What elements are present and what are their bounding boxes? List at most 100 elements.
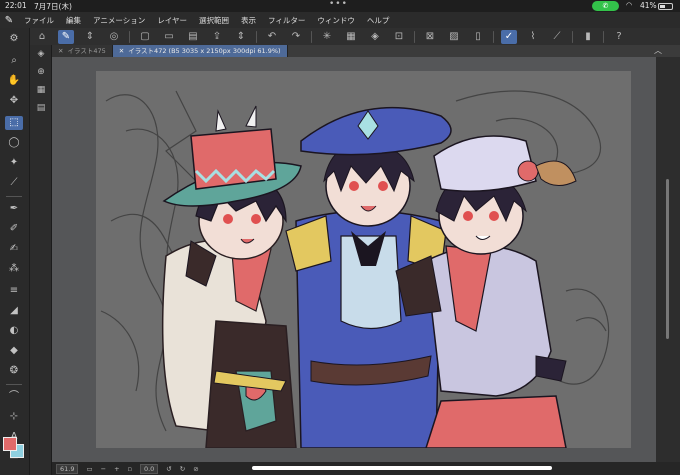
redo-icon[interactable]: ↷ <box>288 30 304 44</box>
pen-icon[interactable]: ✒ <box>5 202 23 216</box>
menu-layer[interactable]: レイヤー <box>151 15 193 26</box>
tab-label: イラスト472 (B5 3035 x 2150px 300dpi 61.9%) <box>128 47 281 55</box>
airbrush-icon[interactable]: ⁂ <box>5 262 23 276</box>
magic-wand-icon[interactable]: ✦ <box>5 156 23 170</box>
loading-icon[interactable]: ✳ <box>319 30 335 44</box>
menu-file[interactable]: ファイル <box>18 15 60 26</box>
zoom-out-icon[interactable]: − <box>101 465 106 473</box>
close-icon[interactable]: ✕ <box>119 47 124 55</box>
menu-view[interactable]: 表示 <box>235 15 262 26</box>
vector-icon[interactable]: ◎ <box>106 30 122 44</box>
scroll-thumb[interactable] <box>666 179 669 339</box>
menu-bar: ✎ ファイル 編集 アニメーション レイヤー 選択範囲 表示 フィルター ウィン… <box>0 12 680 28</box>
frame-icon[interactable]: ⊹ <box>5 410 23 424</box>
separator <box>6 196 22 197</box>
new-file-icon[interactable]: ▢ <box>137 30 153 44</box>
separator <box>311 30 312 43</box>
rotation-value[interactable]: 0.0 <box>139 463 159 474</box>
status-time: 22:01 <box>5 1 27 10</box>
separator <box>129 30 130 43</box>
brush-stroke-icon[interactable]: ⌇ <box>525 30 541 44</box>
material-icon[interactable]: ▦ <box>34 83 48 97</box>
chevron-updown-icon-2[interactable]: ⇕ <box>233 30 249 44</box>
eraser-icon[interactable]: ◢ <box>5 304 23 318</box>
ruler-pen-icon[interactable]: ✓ <box>501 29 517 44</box>
layer-icon[interactable]: ◈ <box>34 47 48 61</box>
separator <box>256 30 257 43</box>
artwork-illustration <box>96 71 631 448</box>
rotate-left-icon[interactable]: ↺ <box>166 465 171 473</box>
canvas-artwork[interactable] <box>96 71 631 448</box>
chevron-updown-icon[interactable]: ⇕ <box>82 30 98 44</box>
wifi-icon: ◠ <box>626 1 633 9</box>
menu-edit[interactable]: 編集 <box>60 15 87 26</box>
canvas-area[interactable] <box>52 57 656 462</box>
figure-icon[interactable]: ⌒ <box>5 390 23 404</box>
home-indicator <box>252 466 552 470</box>
menu-filter[interactable]: フィルター <box>262 15 311 26</box>
sub-tool-panel: ◈ ⊕ ▦ ▤ <box>30 45 52 475</box>
history-icon[interactable]: ▤ <box>34 101 48 115</box>
fill-bucket-icon[interactable]: ◆ <box>5 344 23 358</box>
separator <box>6 384 22 385</box>
separator <box>603 30 604 43</box>
device-icon[interactable]: ▮ <box>580 30 596 44</box>
zoom-in-icon[interactable]: + <box>114 465 119 473</box>
tab-illust-475[interactable]: ✕ イラスト475 <box>52 45 113 57</box>
pencil-icon[interactable]: ✐ <box>5 222 23 236</box>
fill-icon[interactable]: ◈ <box>367 30 383 44</box>
status-bar: 22:01 7月7日(木) ••• ✆ ◠ 41% <box>0 0 680 12</box>
rotate-right-icon[interactable]: ↻ <box>180 465 185 473</box>
close-icon[interactable]: ✕ <box>58 47 63 55</box>
vertical-scrollbar[interactable] <box>656 57 680 462</box>
command-bar: ⌂ ✎ ⇕ ◎ ▢ ▭ ▤ ⇪ ⇕ ↶ ↷ ✳ ▦ ◈ ⊡ ⊠ ▨ ▯ ✓ ⌇ … <box>30 28 680 45</box>
clear-icon[interactable]: ▦ <box>343 30 359 44</box>
save-icon[interactable]: ▤ <box>185 30 201 44</box>
brush-icon[interactable]: ✍ <box>5 242 23 256</box>
invert-selection-icon[interactable]: ▨ <box>446 30 462 44</box>
separator <box>414 30 415 43</box>
menu-help[interactable]: ヘルプ <box>361 15 396 26</box>
transform-icon[interactable]: ⊡ <box>391 30 407 44</box>
menu-animation[interactable]: アニメーション <box>87 15 151 26</box>
zoom-icon[interactable]: ⌕ <box>5 54 23 68</box>
menu-selection[interactable]: 選択範囲 <box>193 15 235 26</box>
separator <box>572 30 573 43</box>
wrench-icon[interactable]: ⚙ <box>5 32 23 46</box>
pen-tool-icon[interactable]: ✎ <box>58 29 74 44</box>
object-icon[interactable]: ⊕ <box>34 65 48 79</box>
selection-border-icon[interactable]: ▯ <box>470 30 486 44</box>
pen-stroke-icon[interactable]: ⟋ <box>549 30 565 44</box>
reset-rotation-icon[interactable]: ⊘ <box>193 465 198 473</box>
blend-icon[interactable]: ◐ <box>5 324 23 338</box>
battery-percent: 41% <box>640 1 657 10</box>
hand-icon[interactable]: ✋ <box>5 74 23 88</box>
undo-icon[interactable]: ↶ <box>264 30 280 44</box>
chevron-up-icon[interactable]: ︿ <box>654 45 662 57</box>
battery-icon <box>658 3 673 10</box>
status-date: 7月7日(木) <box>34 2 72 11</box>
multitask-dots[interactable]: ••• <box>329 0 348 9</box>
tab-illust-472[interactable]: ✕ イラスト472 (B5 3035 x 2150px 300dpi 61.9%) <box>112 45 288 57</box>
zoom-slider-icon[interactable]: ▭ <box>86 465 92 473</box>
call-indicator[interactable]: ✆ <box>592 1 619 11</box>
main-color-swatch[interactable] <box>3 437 17 451</box>
open-file-icon[interactable]: ▭ <box>161 30 177 44</box>
document-tabs: ✕ イラスト475 ✕ イラスト472 (B5 3035 x 2150px 300d… <box>52 45 680 57</box>
decoration-icon[interactable]: ≡ <box>5 284 23 298</box>
home-icon[interactable]: ⌂ <box>34 30 50 44</box>
eyedropper-icon[interactable]: ⟋ <box>5 176 23 190</box>
navigator-bar: 61.9 ▭ − + ▫ 0.0 ↺ ↻ ⊘ <box>52 462 680 475</box>
menu-window[interactable]: ウィンドウ <box>311 15 361 26</box>
zoom-value[interactable]: 61.9 <box>56 463 79 474</box>
help-icon[interactable]: ? <box>611 30 627 44</box>
operation-tool-icon[interactable]: ⬚ <box>5 116 23 130</box>
gradient-icon[interactable]: ❂ <box>5 364 23 378</box>
lasso-icon[interactable]: ◯ <box>5 136 23 150</box>
tab-label: イラスト475 <box>67 47 106 55</box>
move-layer-icon[interactable]: ✥ <box>5 94 23 108</box>
rotate-icon[interactable]: ▫ <box>128 465 132 473</box>
export-icon[interactable]: ⇪ <box>209 30 225 44</box>
app-logo-icon[interactable]: ✎ <box>0 15 18 26</box>
deselect-icon[interactable]: ⊠ <box>422 30 438 44</box>
